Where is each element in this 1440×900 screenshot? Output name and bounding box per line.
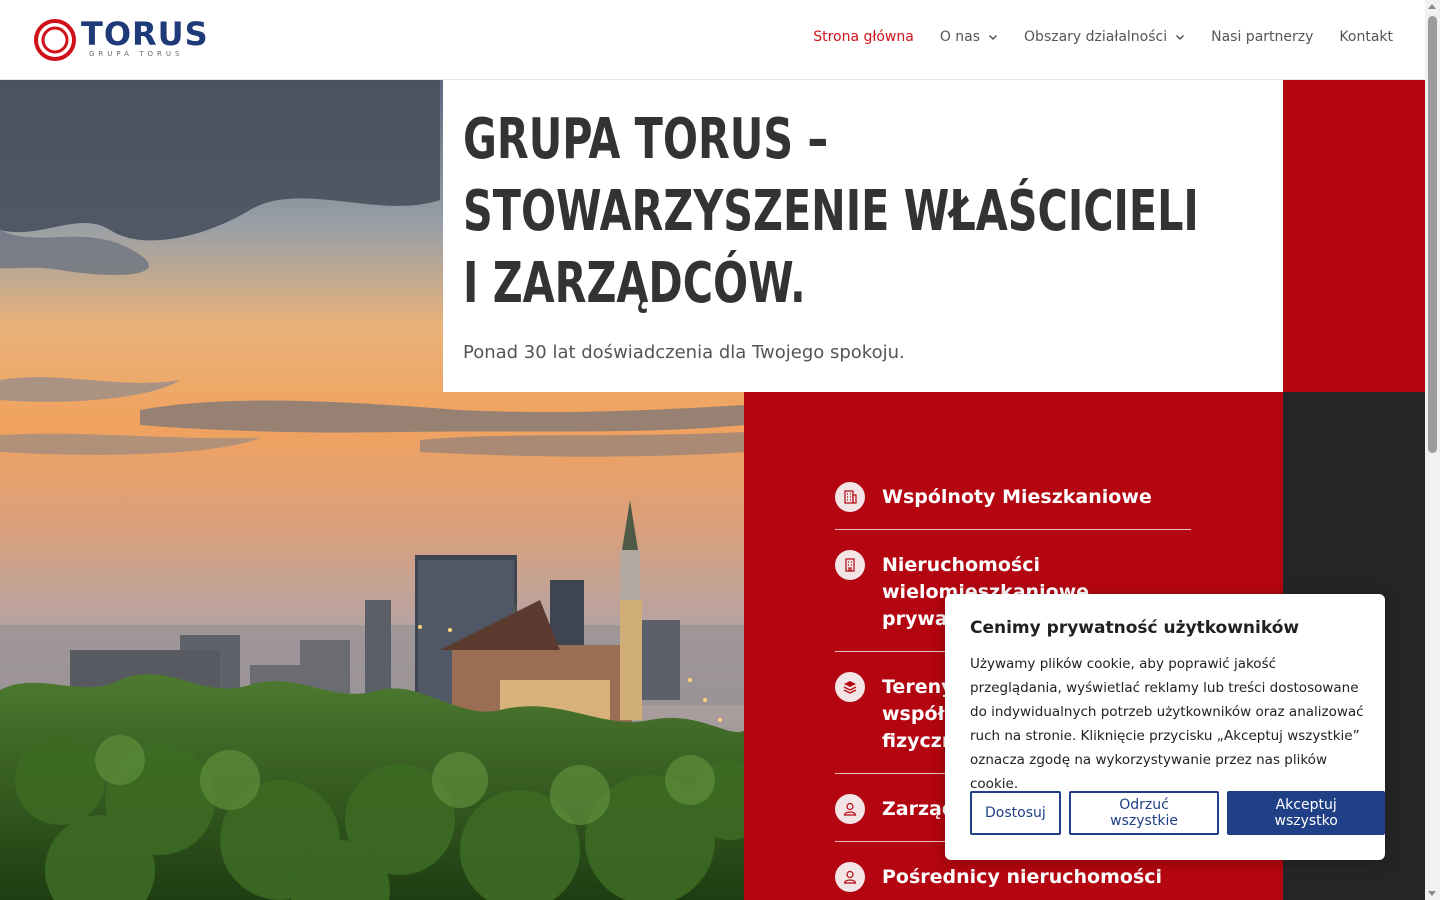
service-label: Wspólnoty Mieszkaniowe	[882, 486, 1152, 508]
page-scrollbar[interactable]	[1425, 0, 1440, 900]
service-item-communities[interactable]: Wspólnoty Mieszkaniowe	[835, 462, 1191, 530]
office-icon	[835, 550, 865, 580]
nav-item-label: O nas	[939, 29, 981, 45]
building-icon	[835, 482, 865, 512]
layers-icon	[835, 672, 865, 702]
nav-item-label: Strona główna	[813, 29, 914, 45]
logo-wordmark: TORUS	[81, 15, 209, 53]
cookie-title: Cenimy prywatność użytkowników	[970, 618, 1300, 638]
nav-item-label: Kontakt	[1339, 29, 1393, 45]
scroll-up-arrow-icon[interactable]	[1428, 4, 1436, 9]
nav-item-label: Nasi partnerzy	[1211, 29, 1314, 45]
cookie-accept-button[interactable]: Akceptuj wszystko	[1227, 791, 1385, 835]
cookie-buttons: Dostosuj Odrzuć wszystkie Akceptuj wszys…	[970, 791, 1385, 835]
cookie-reject-button[interactable]: Odrzuć wszystkie	[1068, 791, 1220, 835]
logo-link[interactable]: TORUS GRUPA TORUS	[33, 15, 213, 64]
site-header: TORUS GRUPA TORUS Strona główna O nas Ob…	[0, 0, 1425, 80]
chevron-down-icon	[989, 34, 998, 41]
hero-title-line: STOWARZYSZENIE WŁAŚCICIELI	[463, 179, 1199, 244]
scroll-thumb[interactable]	[1428, 16, 1437, 453]
user-icon	[835, 862, 865, 892]
service-label: Pośrednicy nieruchomości	[882, 866, 1163, 888]
nav-item-label: Obszary działalności	[1024, 29, 1168, 45]
hero-title-box: GRUPA TORUS – STOWARZYSZENIE WŁAŚCICIELI…	[443, 80, 1283, 392]
accent-block-red	[1283, 80, 1425, 392]
main-nav: Strona główna O nas Obszary działalności…	[813, 29, 1393, 45]
logo-ring-icon	[34, 19, 76, 61]
nav-item-home[interactable]: Strona główna	[813, 29, 914, 45]
cookie-text: Używamy plików cookie, aby poprawić jako…	[970, 656, 1364, 792]
user-icon	[835, 794, 865, 824]
hero-subtitle: Ponad 30 lat doświadczenia dla Twojego s…	[463, 342, 905, 363]
nav-item-areas[interactable]: Obszary działalności	[1024, 29, 1185, 45]
hero-title: GRUPA TORUS – STOWARZYSZENIE WŁAŚCICIELI…	[463, 104, 1267, 320]
service-label: Nieruchomości	[882, 554, 1040, 576]
cookie-consent-banner: Cenimy prywatność użytkowników Używamy p…	[945, 594, 1385, 860]
chevron-down-icon	[1176, 34, 1185, 41]
nav-item-about[interactable]: O nas	[940, 29, 998, 45]
logo-tagline: GRUPA TORUS	[89, 50, 184, 58]
hero-title-line: GRUPA TORUS –	[463, 107, 829, 172]
cookie-customize-button[interactable]: Dostosuj	[970, 791, 1061, 835]
nav-item-partners[interactable]: Nasi partnerzy	[1211, 29, 1313, 45]
hero-title-line: I ZARZĄDCÓW.	[463, 251, 806, 316]
scroll-down-arrow-icon[interactable]	[1428, 891, 1436, 896]
nav-item-contact[interactable]: Kontakt	[1339, 29, 1393, 45]
